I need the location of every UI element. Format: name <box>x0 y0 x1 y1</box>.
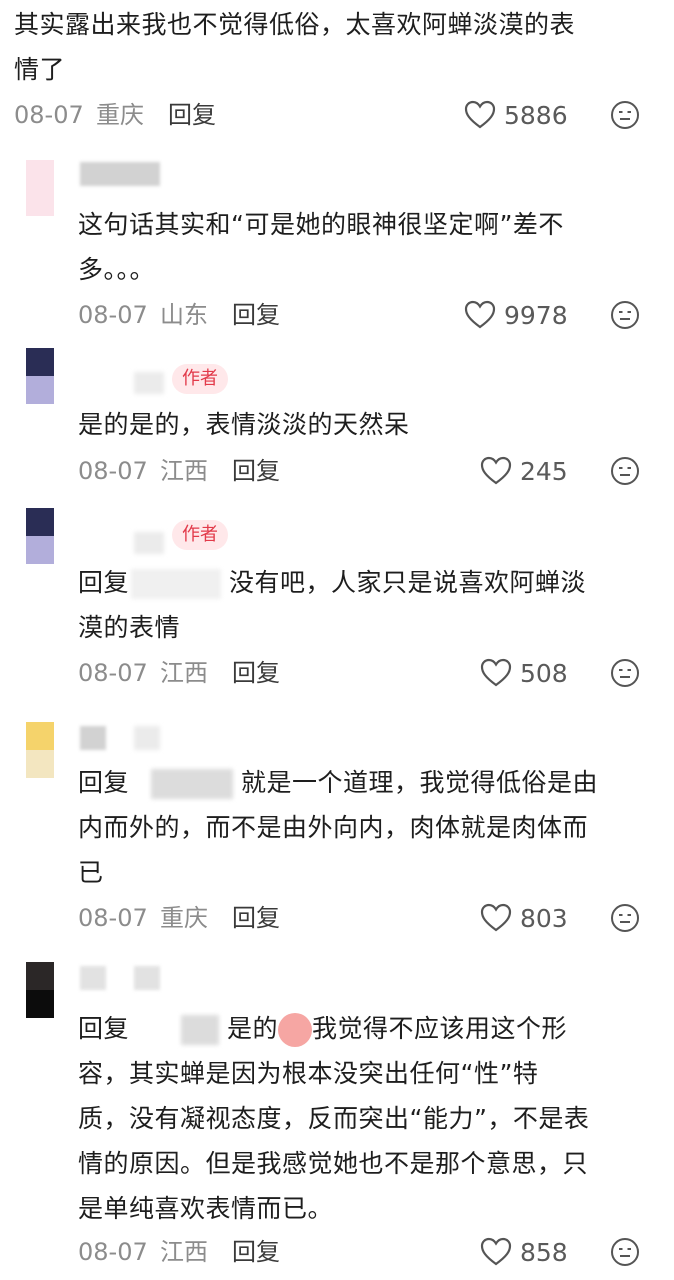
avatar[interactable] <box>26 722 54 778</box>
like-count: 5886 <box>504 100 568 130</box>
comment-location: 重庆 <box>96 101 144 129</box>
blurred-username[interactable] <box>80 726 106 750</box>
comment-text-line: 其实露出来我也不觉得低俗，太喜欢阿蝉淡漠的表 <box>14 10 576 39</box>
comment-location: 江西 <box>160 659 208 687</box>
reply-button[interactable]: 回复 <box>232 300 280 330</box>
comment-text-line: 情的原因。但是我感觉她也不是那个意思，只 <box>78 1149 589 1178</box>
reply-prefix: 回复 <box>78 568 130 597</box>
comment-text-line: 多。。。 <box>78 255 156 284</box>
comment-text-line: 漠的表情 <box>78 613 181 642</box>
comment-text-line: 是单纯喜欢表情而已。 <box>78 1194 334 1223</box>
neutral-face-icon[interactable] <box>610 456 640 486</box>
avatar[interactable] <box>26 962 54 1018</box>
heart-outline-icon <box>480 1237 512 1266</box>
like-button[interactable]: 9978 <box>464 300 568 330</box>
like-button[interactable]: 245 <box>480 456 568 486</box>
reply-button[interactable]: 回复 <box>232 903 280 933</box>
like-button[interactable]: 858 <box>480 1237 568 1267</box>
author-badge: 作者 <box>172 364 228 394</box>
neutral-face-icon[interactable] <box>610 658 640 688</box>
blurred-mention[interactable] <box>181 1015 220 1045</box>
comment-text: 就是一个道理，我觉得低俗是由 <box>241 768 599 797</box>
comment-text-line: 内而外的，而不是由外向内，肉体就是肉体而 <box>78 813 589 842</box>
blurred-username[interactable] <box>80 162 160 186</box>
like-count: 803 <box>520 903 568 933</box>
like-count: 508 <box>520 658 568 688</box>
blurred-username[interactable] <box>80 966 106 990</box>
comment-text: 我觉得不应该用这个形 <box>312 1014 568 1043</box>
avatar[interactable] <box>26 508 54 564</box>
comment-text-line: 容，其实蝉是因为根本没突出任何“性”特 <box>78 1059 539 1088</box>
heart-outline-icon <box>480 658 512 687</box>
blurred-mention[interactable] <box>151 769 234 799</box>
blurred-username[interactable] <box>134 966 160 990</box>
comment-date: 08-07 <box>78 659 148 687</box>
comment-text: 没有吧，人家只是说喜欢阿蝉淡 <box>229 568 587 597</box>
reply-prefix: 回复 <box>78 1014 130 1043</box>
heart-outline-icon <box>480 456 512 485</box>
like-count: 9978 <box>504 300 568 330</box>
comment-date: 08-07 <box>78 1238 148 1266</box>
blurred-username[interactable] <box>134 532 164 554</box>
comment-location: 江西 <box>160 457 208 485</box>
crying-face-emoji <box>278 1013 313 1047</box>
avatar[interactable] <box>26 160 54 216</box>
blurred-mention[interactable] <box>131 569 222 599</box>
heart-outline-icon <box>480 903 512 932</box>
avatar[interactable] <box>26 348 54 404</box>
like-count: 858 <box>520 1237 568 1267</box>
heart-outline-icon <box>464 300 496 329</box>
comment-text-line: 回复 就是一个道理，我觉得低俗是由 <box>78 760 598 805</box>
reply-prefix: 回复 <box>78 768 130 797</box>
comment-text-line: 情了 <box>14 55 66 84</box>
heart-outline-icon <box>464 100 496 129</box>
like-count: 245 <box>520 456 568 486</box>
blurred-username[interactable] <box>134 372 164 394</box>
author-badge: 作者 <box>172 520 228 550</box>
comment-text-line: 回复 是的 我觉得不应该用这个形 <box>78 1006 567 1051</box>
neutral-face-icon[interactable] <box>610 300 640 330</box>
reply-button[interactable]: 回复 <box>168 100 216 130</box>
comment-date: 08-07 <box>78 904 148 932</box>
reply-button[interactable]: 回复 <box>232 658 280 688</box>
like-button[interactable]: 508 <box>480 658 568 688</box>
comment-location: 江西 <box>160 1238 208 1266</box>
comment-text-line: 已 <box>78 858 104 887</box>
comment-date: 08-07 <box>78 301 148 329</box>
comment-text-line: 质，没有凝视态度，反而突出“能力”，不是表 <box>78 1104 590 1133</box>
neutral-face-icon[interactable] <box>610 100 640 130</box>
neutral-face-icon[interactable] <box>610 903 640 933</box>
reply-button[interactable]: 回复 <box>232 456 280 486</box>
comment-text: 是的 <box>227 1014 279 1043</box>
comment-date: 08-07 <box>14 101 84 129</box>
comment-text-line: 这句话其实和“可是她的眼神很坚定啊”差不 <box>78 210 564 239</box>
comment-date: 08-07 <box>78 457 148 485</box>
blurred-username[interactable] <box>134 726 160 750</box>
neutral-face-icon[interactable] <box>610 1237 640 1267</box>
comment-text-line: 是的是的，表情淡淡的天然呆 <box>78 410 410 439</box>
comment-text-line: 回复 没有吧，人家只是说喜欢阿蝉淡 <box>78 560 586 605</box>
like-button[interactable]: 5886 <box>464 100 568 130</box>
comment-location: 重庆 <box>160 904 208 932</box>
reply-button[interactable]: 回复 <box>232 1237 280 1267</box>
like-button[interactable]: 803 <box>480 903 568 933</box>
comment-location: 山东 <box>160 301 208 329</box>
